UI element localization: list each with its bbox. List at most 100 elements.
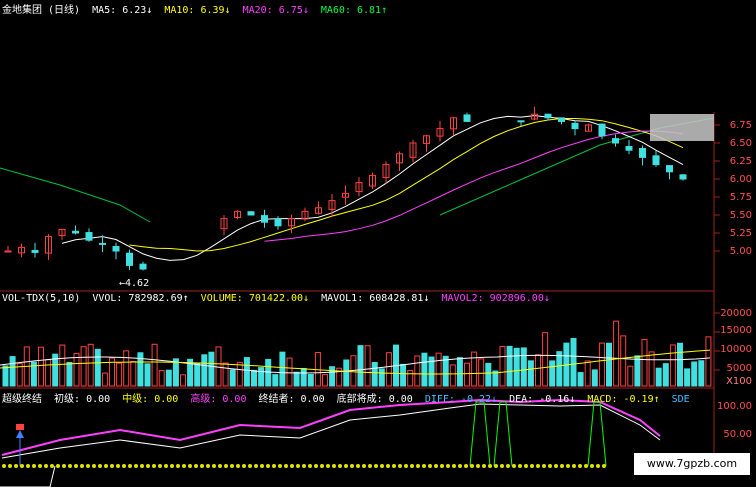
baseline-dot bbox=[566, 464, 570, 468]
volume-bar bbox=[435, 352, 442, 387]
volume-bar bbox=[243, 357, 250, 387]
volume-bar bbox=[471, 351, 478, 387]
volume-bar bbox=[669, 344, 676, 387]
indicator-line-white bbox=[1, 403, 661, 459]
vvol-readout: VVOL: 782982.69↑ bbox=[92, 293, 189, 304]
baseline-dot bbox=[20, 464, 24, 468]
volume-bar bbox=[236, 361, 243, 387]
volume-bar bbox=[286, 357, 293, 387]
indicator-header: 超级终结 初级: 0.00 中级: 0.00 高级: 0.00 终结者: 0.0… bbox=[2, 390, 696, 405]
baseline-dot bbox=[596, 464, 600, 468]
volume-bar bbox=[2, 365, 9, 387]
baseline-dot bbox=[242, 464, 246, 468]
baseline-dot bbox=[44, 464, 48, 468]
volume-bar bbox=[677, 342, 683, 387]
indicator-tick: 100.00 bbox=[717, 401, 752, 412]
volume-bar bbox=[414, 355, 421, 387]
volume-bar bbox=[449, 364, 456, 387]
highlight-box bbox=[650, 114, 714, 141]
baseline-dot bbox=[326, 464, 330, 468]
vol-indicator-name: VOL-TDX(5,10) bbox=[2, 293, 81, 304]
volume-bar bbox=[577, 372, 584, 387]
terminator-readout: 终结者: 0.00 bbox=[258, 394, 325, 405]
baseline-dot bbox=[26, 464, 30, 468]
indicator-spike bbox=[587, 401, 607, 467]
price-tick: 6.00 bbox=[729, 174, 752, 185]
baseline-dot bbox=[218, 464, 222, 468]
bottom-readout: 底部将成: 0.00 bbox=[336, 394, 413, 405]
baseline-dot bbox=[392, 464, 396, 468]
candle-body bbox=[85, 232, 93, 241]
volume-bar bbox=[648, 351, 655, 387]
baseline-dot bbox=[332, 464, 336, 468]
baseline-dot bbox=[110, 464, 114, 468]
volume-bar bbox=[464, 362, 470, 387]
baseline-dot bbox=[452, 464, 456, 468]
volume-bar bbox=[421, 352, 428, 387]
price-tick: 6.75 bbox=[729, 120, 752, 131]
volume-bar bbox=[549, 360, 556, 387]
baseline-dot bbox=[290, 464, 294, 468]
candle-body bbox=[247, 211, 255, 216]
candle-body bbox=[666, 165, 673, 173]
volume-tick: 10000 bbox=[720, 344, 752, 355]
baseline-dot bbox=[140, 464, 144, 468]
baseline-dot bbox=[200, 464, 204, 468]
baseline-dot bbox=[536, 464, 540, 468]
volume-bar bbox=[620, 335, 627, 387]
volume-bar bbox=[251, 369, 257, 387]
stock-chart-window: 金地集团 (日线) MA5: 6.23↓ MA10: 6.39↓ MA20: 6… bbox=[0, 0, 756, 487]
site-watermark: www.7gpzb.com bbox=[634, 453, 750, 475]
baseline-dot bbox=[434, 464, 438, 468]
baseline-dot bbox=[380, 464, 384, 468]
volume-bar bbox=[73, 352, 80, 387]
volume-bar bbox=[94, 348, 101, 387]
volume-bar bbox=[151, 343, 158, 387]
baseline-dot bbox=[518, 464, 522, 468]
volume-bar bbox=[123, 350, 130, 387]
volume-bar bbox=[307, 373, 314, 387]
volume-bar bbox=[38, 346, 44, 387]
volume-bar bbox=[222, 362, 229, 387]
baseline-dot bbox=[482, 464, 486, 468]
baseline-dot bbox=[422, 464, 426, 468]
baseline-dot bbox=[590, 464, 594, 468]
baseline-dot bbox=[98, 464, 102, 468]
candle-body bbox=[31, 249, 39, 253]
ma60-line bbox=[0, 167, 151, 223]
volume-bar bbox=[9, 356, 16, 387]
candle-body bbox=[517, 120, 525, 123]
baseline-dot bbox=[248, 464, 252, 468]
baseline-dot bbox=[470, 464, 474, 468]
baseline-dot bbox=[524, 464, 528, 468]
baseline-dot bbox=[116, 464, 120, 468]
volume-bar bbox=[442, 355, 449, 387]
candle-body bbox=[639, 147, 646, 158]
volume-bar bbox=[293, 371, 300, 387]
indicator-spike bbox=[469, 401, 491, 467]
indicator-marker-arrow bbox=[16, 430, 24, 438]
baseline-dot bbox=[398, 464, 402, 468]
volume-tick: 15000 bbox=[720, 325, 752, 336]
chart-canvas[interactable] bbox=[0, 0, 756, 487]
price-tick: 5.00 bbox=[729, 246, 752, 257]
candle-body bbox=[679, 174, 687, 180]
volume-bar bbox=[570, 338, 577, 387]
candle-body bbox=[99, 242, 106, 245]
baseline-dot bbox=[68, 464, 72, 468]
middle-readout: 中级: 0.00 bbox=[122, 394, 179, 405]
candle-body bbox=[112, 246, 120, 252]
baseline-dot bbox=[356, 464, 360, 468]
baseline-dot bbox=[104, 464, 108, 468]
volume-bar bbox=[215, 346, 222, 387]
volume-bar bbox=[556, 351, 563, 387]
dea-readout: DEA: -0.16↓ bbox=[509, 394, 576, 405]
volume-bar bbox=[371, 362, 378, 387]
volume-bar bbox=[513, 347, 520, 387]
volume-bar bbox=[364, 345, 371, 387]
volume-bar bbox=[300, 367, 307, 387]
volume-bar bbox=[691, 361, 698, 387]
volume-bar bbox=[80, 346, 87, 387]
volume-bar bbox=[591, 369, 598, 387]
volume-bar bbox=[180, 374, 186, 387]
